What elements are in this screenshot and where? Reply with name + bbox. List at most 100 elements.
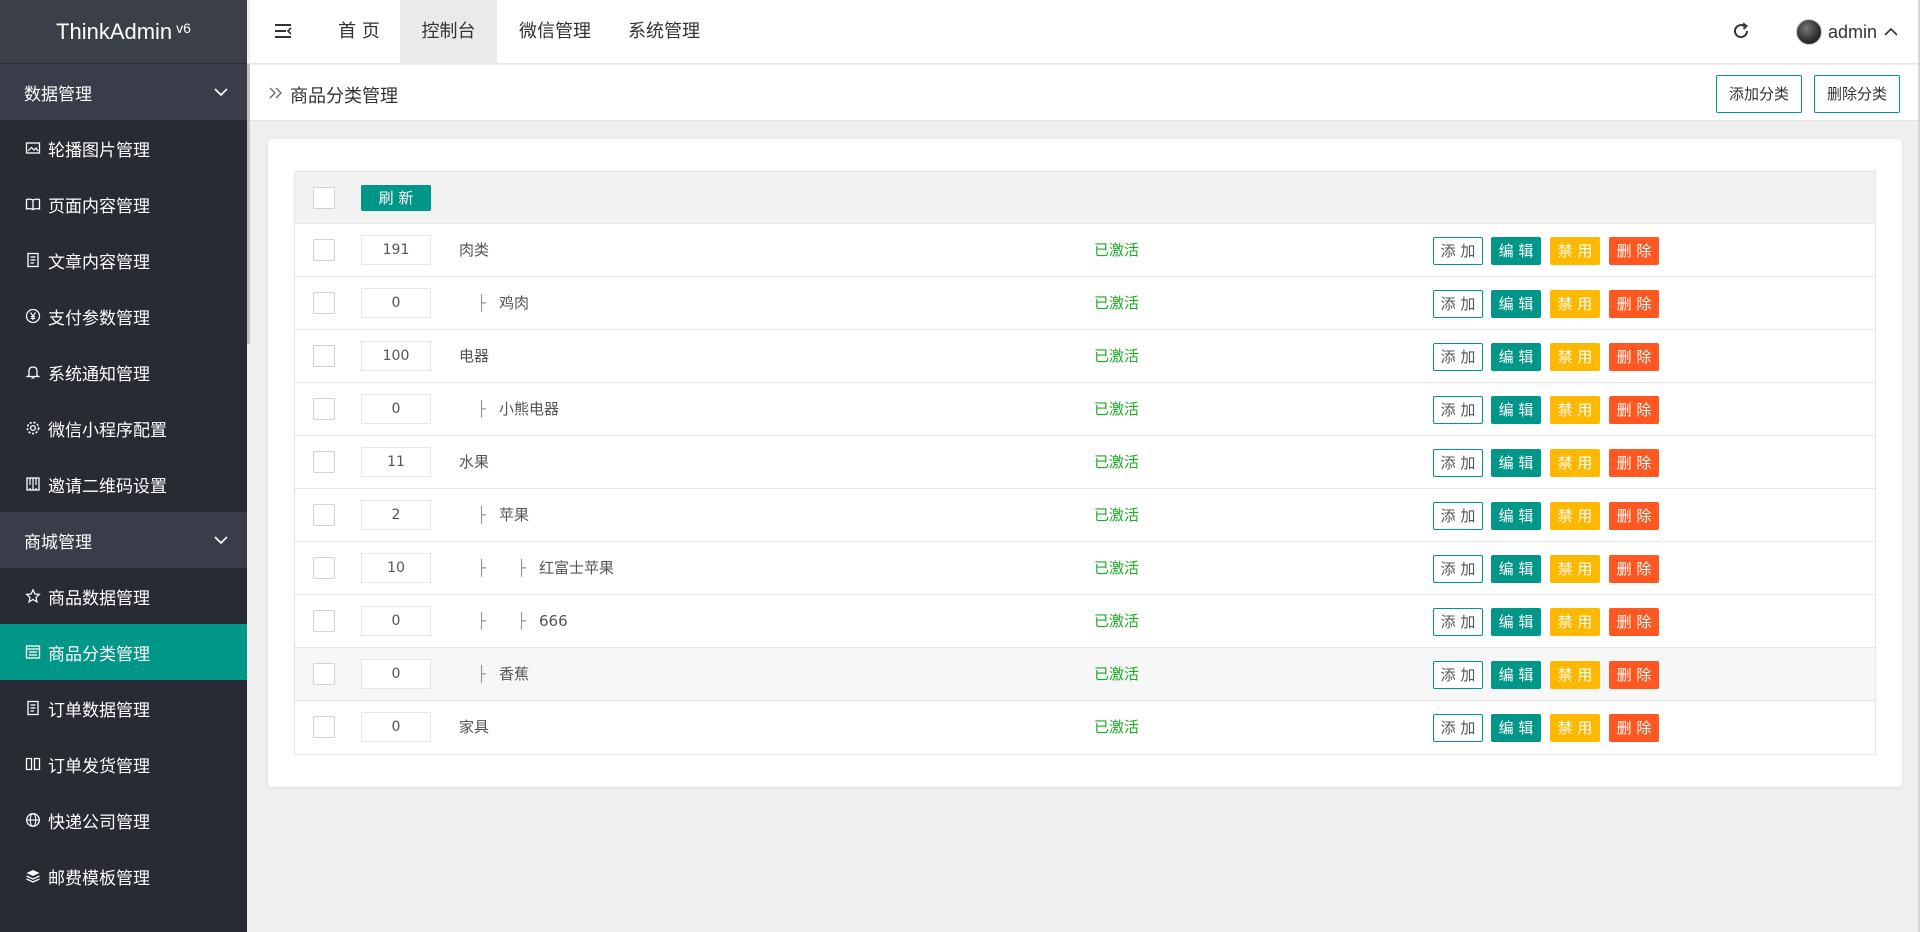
sidebar-item-miniapp[interactable]: 微信小程序配置 [0,400,247,456]
tab-wechat[interactable]: 微信管理 [505,0,605,64]
disable-button[interactable]: 禁 用 [1550,555,1600,583]
status-text: 已激活 [1094,718,1140,736]
edit-button[interactable]: 编 辑 [1491,396,1541,424]
row-checkbox[interactable] [313,292,335,314]
delete-button[interactable]: 删 除 [1609,714,1659,742]
edit-button[interactable]: 编 辑 [1491,608,1541,636]
app-logo[interactable]: ThinkAdmin v6 [0,0,247,64]
sidebar-item-label: 系统通知管理 [48,364,150,385]
row-checkbox[interactable] [313,345,335,367]
tab-system[interactable]: 系统管理 [614,0,714,64]
add-button[interactable]: 添 加 [1433,449,1483,477]
delete-button[interactable]: 删 除 [1609,343,1659,371]
sidebar-item-notice[interactable]: 系统通知管理 [0,344,247,400]
edit-button[interactable]: 编 辑 [1491,661,1541,689]
sidebar-item-banner[interactable]: 轮播图片管理 [0,120,247,176]
add-button[interactable]: 添 加 [1433,661,1483,689]
sidebar-item-goods-category[interactable]: 商品分类管理 [0,624,247,680]
add-button[interactable]: 添 加 [1433,343,1483,371]
sidebar-item-shipping[interactable]: 订单发货管理 [0,736,247,792]
sidebar-group-label: 商城管理 [24,532,92,553]
add-button[interactable]: 添 加 [1433,290,1483,318]
sort-input[interactable]: 11 [361,447,431,477]
refresh-icon[interactable] [1730,20,1752,42]
delete-button[interactable]: 删 除 [1609,608,1659,636]
disable-button[interactable]: 禁 用 [1550,343,1600,371]
delete-button[interactable]: 删 除 [1609,237,1659,265]
sidebar-item-express[interactable]: 快递公司管理 [0,792,247,848]
sidebar-group-data[interactable]: 数据管理 [0,64,247,120]
user-menu[interactable]: admin [1796,18,1899,46]
sort-input[interactable]: 0 [361,288,431,318]
delete-button[interactable]: 删 除 [1609,449,1659,477]
category-name-cell: ├ 鸡肉 [459,277,529,330]
disable-button[interactable]: 禁 用 [1550,290,1600,318]
row-checkbox[interactable] [313,663,335,685]
disable-button[interactable]: 禁 用 [1550,714,1600,742]
edit-button[interactable]: 编 辑 [1491,555,1541,583]
disable-button[interactable]: 禁 用 [1550,237,1600,265]
disable-button[interactable]: 禁 用 [1550,661,1600,689]
sort-input[interactable]: 0 [361,606,431,636]
sidebar-item-postage[interactable]: 邮费模板管理 [0,848,247,904]
edit-button[interactable]: 编 辑 [1491,237,1541,265]
add-button[interactable]: 添 加 [1433,714,1483,742]
add-button[interactable]: 添 加 [1433,608,1483,636]
add-category-button[interactable]: 添加分类 [1716,75,1803,113]
row-checkbox[interactable] [313,451,335,473]
refresh-button[interactable]: 刷 新 [361,185,431,211]
sort-input[interactable]: 2 [361,500,431,530]
disable-button[interactable]: 禁 用 [1550,608,1600,636]
add-button[interactable]: 添 加 [1433,396,1483,424]
row-checkbox[interactable] [313,557,335,579]
table-row: 2 ├ 苹果 已激活 添 加编 辑禁 用删 除 [295,489,1875,542]
row-checkbox[interactable] [313,239,335,261]
table-row: 191 肉类 已激活 添 加编 辑禁 用删 除 [295,224,1875,277]
sidebar-item-payment[interactable]: 支付参数管理 [0,288,247,344]
sidebar-item-label: 快递公司管理 [48,812,150,833]
sort-input[interactable]: 0 [361,394,431,424]
menu-toggle-icon[interactable] [272,20,294,42]
delete-button[interactable]: 删 除 [1609,502,1659,530]
sort-input[interactable]: 100 [361,341,431,371]
edit-button[interactable]: 编 辑 [1491,343,1541,371]
sort-input[interactable]: 0 [361,659,431,689]
article-icon [24,699,42,717]
delete-button[interactable]: 删 除 [1609,396,1659,424]
row-checkbox[interactable] [313,716,335,738]
sidebar-item-orders[interactable]: 订单数据管理 [0,680,247,736]
edit-button[interactable]: 编 辑 [1491,449,1541,477]
disable-button[interactable]: 禁 用 [1550,396,1600,424]
sort-input[interactable]: 10 [361,553,431,583]
sidebar-item-article[interactable]: 文章内容管理 [0,232,247,288]
delete-button[interactable]: 删 除 [1609,555,1659,583]
tree-branch-glyph: ├ [517,612,527,630]
edit-button[interactable]: 编 辑 [1491,714,1541,742]
delete-button[interactable]: 删 除 [1609,661,1659,689]
add-button[interactable]: 添 加 [1433,555,1483,583]
top-header: 首 页 控制台 微信管理 系统管理 admin [250,0,1920,64]
sort-input[interactable]: 191 [361,235,431,265]
sort-input[interactable]: 0 [361,712,431,742]
tab-home[interactable]: 首 页 [315,0,403,64]
sidebar-item-label: 商品数据管理 [48,588,150,609]
sidebar-group-shop[interactable]: 商城管理 [0,512,247,568]
sidebar-item-qrcode[interactable]: 邀请二维码设置 [0,456,247,512]
sidebar-item-goods[interactable]: 商品数据管理 [0,568,247,624]
disable-button[interactable]: 禁 用 [1550,502,1600,530]
row-checkbox[interactable] [313,504,335,526]
delete-category-button[interactable]: 删除分类 [1814,75,1901,113]
edit-button[interactable]: 编 辑 [1491,502,1541,530]
row-checkbox[interactable] [313,610,335,632]
add-button[interactable]: 添 加 [1433,502,1483,530]
edit-button[interactable]: 编 辑 [1491,290,1541,318]
disable-button[interactable]: 禁 用 [1550,449,1600,477]
add-button[interactable]: 添 加 [1433,237,1483,265]
row-checkbox[interactable] [313,398,335,420]
table-row: 10 ├ ├ 红富士苹果 已激活 添 加编 辑禁 用删 除 [295,542,1875,595]
sidebar-item-page-content[interactable]: 页面内容管理 [0,176,247,232]
select-all-checkbox[interactable] [313,187,335,209]
category-name-cell: ├ ├ 红富士苹果 [459,542,614,595]
delete-button[interactable]: 删 除 [1609,290,1659,318]
tab-console[interactable]: 控制台 [400,0,497,64]
